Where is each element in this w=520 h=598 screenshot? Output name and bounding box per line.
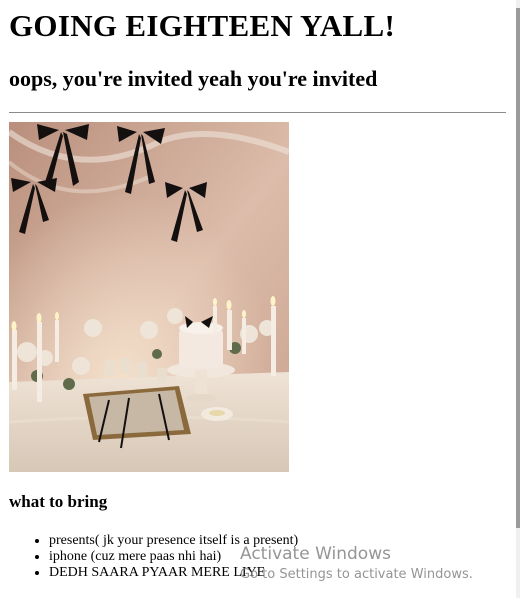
vertical-scrollbar[interactable] — [516, 0, 520, 598]
page-title: GOING EIGHTEEN YALL! — [9, 8, 396, 43]
divider — [9, 112, 506, 113]
bring-list: presents( jk your presence itself is a p… — [9, 533, 298, 581]
list-item: DEDH SAARA PYAAR MERE LIYE — [49, 565, 298, 581]
party-table-photo — [9, 122, 289, 472]
list-item: presents( jk your presence itself is a p… — [49, 533, 298, 549]
scrollbar-thumb[interactable] — [516, 8, 520, 528]
list-item: iphone (cuz mere paas nhi hai) — [49, 549, 298, 565]
page-subtitle: oops, you're invited yeah you're invited — [9, 66, 378, 91]
bring-heading: what to bring — [9, 492, 108, 511]
